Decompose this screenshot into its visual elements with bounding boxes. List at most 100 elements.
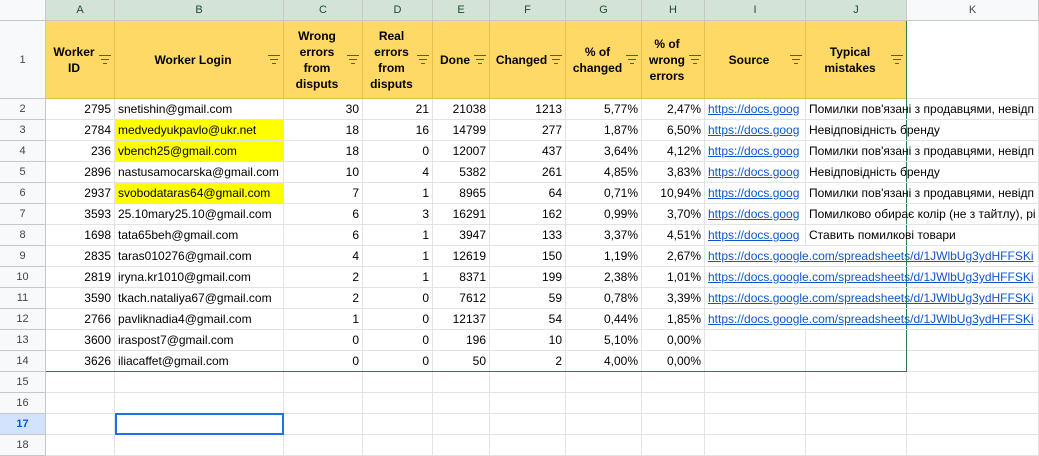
cell-source[interactable]: https://docs.google.com/spreadsheets/d/1… xyxy=(705,267,1039,288)
cell-k1[interactable] xyxy=(907,21,1039,99)
empty-cell[interactable] xyxy=(566,372,642,393)
cell-wrong[interactable]: 7 xyxy=(284,183,363,204)
empty-cell[interactable] xyxy=(907,435,1039,456)
cell-done[interactable]: 21038 xyxy=(433,99,490,120)
cell-typical[interactable]: Невідповідність бренду xyxy=(806,162,1039,183)
cell-id[interactable]: 2784 xyxy=(46,120,115,141)
cell-done[interactable]: 196 xyxy=(433,330,490,351)
cell-pch[interactable]: 5,77% xyxy=(566,99,642,120)
cell-changed[interactable]: 54 xyxy=(490,309,566,330)
cell-login[interactable]: iliacaffet@gmail.com xyxy=(115,351,284,372)
column-header-h[interactable]: H xyxy=(642,0,705,21)
cell-real[interactable]: 3 xyxy=(363,204,433,225)
empty-cell[interactable] xyxy=(363,372,433,393)
empty-cell[interactable] xyxy=(705,372,806,393)
cell-done[interactable]: 5382 xyxy=(433,162,490,183)
cell-wrong[interactable]: 0 xyxy=(284,351,363,372)
empty-cell[interactable] xyxy=(433,414,490,435)
row-header[interactable]: 2 xyxy=(0,99,46,120)
row-header[interactable]: 10 xyxy=(0,267,46,288)
empty-cell[interactable] xyxy=(806,435,907,456)
cell-id[interactable]: 3600 xyxy=(46,330,115,351)
cell-pch[interactable]: 4,85% xyxy=(566,162,642,183)
empty-cell[interactable] xyxy=(433,435,490,456)
empty-cell[interactable] xyxy=(46,393,115,414)
filter-icon[interactable] xyxy=(550,54,562,65)
header-worker-login[interactable]: Worker Login xyxy=(115,21,284,99)
cell-source[interactable]: https://docs.google.com/spreadsheets/d/1… xyxy=(705,288,1039,309)
cell-real[interactable]: 0 xyxy=(363,330,433,351)
row-header[interactable]: 18 xyxy=(0,435,46,456)
empty-cell[interactable] xyxy=(46,372,115,393)
header-done[interactable]: Done xyxy=(433,21,490,99)
empty-cell[interactable] xyxy=(642,372,705,393)
row-header[interactable]: 17 xyxy=(0,414,46,435)
cell-typical[interactable]: Ставить помилкові товари xyxy=(806,225,1039,246)
cell-source[interactable]: https://docs.google.com/spreadsheets/d/1… xyxy=(705,309,1039,330)
cell-typical[interactable]: Помилково обирає колір (не з тайтлу), рі xyxy=(806,204,1039,225)
empty-cell[interactable] xyxy=(284,372,363,393)
empty-cell[interactable] xyxy=(806,393,907,414)
header-source[interactable]: Source xyxy=(705,21,806,99)
row-header[interactable]: 16 xyxy=(0,393,46,414)
cell-pwr[interactable]: 2,67% xyxy=(642,246,705,267)
cell-pwr[interactable]: 10,94% xyxy=(642,183,705,204)
filter-icon[interactable] xyxy=(689,54,701,65)
cell-done[interactable]: 16291 xyxy=(433,204,490,225)
cell-done[interactable]: 3947 xyxy=(433,225,490,246)
cell-wrong[interactable]: 18 xyxy=(284,141,363,162)
header-pct-changed[interactable]: % of changed xyxy=(566,21,642,99)
row-header[interactable]: 13 xyxy=(0,330,46,351)
cell-typical[interactable] xyxy=(806,330,907,351)
row-header-1[interactable]: 1 xyxy=(0,21,46,99)
cell-login[interactable]: nastusamocarska@gmail.com xyxy=(115,162,284,183)
row-header[interactable]: 9 xyxy=(0,246,46,267)
cell-real[interactable]: 1 xyxy=(363,225,433,246)
cell-source[interactable]: https://docs.goog xyxy=(705,99,806,120)
column-header-i[interactable]: I xyxy=(705,0,806,21)
select-all-corner[interactable] xyxy=(0,0,46,21)
cell-login[interactable]: tkach.nataliya67@gmail.com xyxy=(115,288,284,309)
cell-id[interactable]: 3590 xyxy=(46,288,115,309)
cell-pwr[interactable]: 0,00% xyxy=(642,351,705,372)
cell-wrong[interactable]: 10 xyxy=(284,162,363,183)
header-typical[interactable]: Typical mistakes xyxy=(806,21,907,99)
cell-done[interactable]: 12007 xyxy=(433,141,490,162)
cell-id[interactable]: 2819 xyxy=(46,267,115,288)
cell-real[interactable]: 1 xyxy=(363,267,433,288)
cell-real[interactable]: 0 xyxy=(363,141,433,162)
cell-id[interactable]: 2795 xyxy=(46,99,115,120)
cell-k[interactable] xyxy=(907,351,1039,372)
cell-done[interactable]: 7612 xyxy=(433,288,490,309)
cell-done[interactable]: 12137 xyxy=(433,309,490,330)
cell-done[interactable]: 14799 xyxy=(433,120,490,141)
row-header[interactable]: 14 xyxy=(0,351,46,372)
cell-login[interactable]: vbench25@gmail.com xyxy=(115,141,284,162)
cell-real[interactable]: 4 xyxy=(363,162,433,183)
empty-cell[interactable] xyxy=(490,372,566,393)
cell-pch[interactable]: 0,78% xyxy=(566,288,642,309)
cell-login[interactable]: snetishin@gmail.com xyxy=(115,99,284,120)
empty-cell[interactable] xyxy=(490,435,566,456)
cell-wrong[interactable]: 4 xyxy=(284,246,363,267)
empty-cell[interactable] xyxy=(566,414,642,435)
header-worker-id[interactable]: Worker ID xyxy=(46,21,115,99)
active-cell-selection[interactable] xyxy=(115,413,284,435)
empty-cell[interactable] xyxy=(46,414,115,435)
row-header[interactable]: 8 xyxy=(0,225,46,246)
cell-id[interactable]: 2896 xyxy=(46,162,115,183)
cell-typical[interactable]: Помилки пов'язані з продавцями, невідп xyxy=(806,99,1039,120)
cell-wrong[interactable]: 1 xyxy=(284,309,363,330)
cell-changed[interactable]: 64 xyxy=(490,183,566,204)
empty-cell[interactable] xyxy=(490,414,566,435)
cell-changed[interactable]: 437 xyxy=(490,141,566,162)
cell-source[interactable]: https://docs.goog xyxy=(705,183,806,204)
empty-cell[interactable] xyxy=(115,435,284,456)
empty-cell[interactable] xyxy=(46,435,115,456)
cell-done[interactable]: 12619 xyxy=(433,246,490,267)
column-header-k[interactable]: K xyxy=(907,0,1039,21)
filter-icon[interactable] xyxy=(474,54,486,65)
cell-id[interactable]: 2835 xyxy=(46,246,115,267)
cell-real[interactable]: 0 xyxy=(363,351,433,372)
row-header[interactable]: 11 xyxy=(0,288,46,309)
